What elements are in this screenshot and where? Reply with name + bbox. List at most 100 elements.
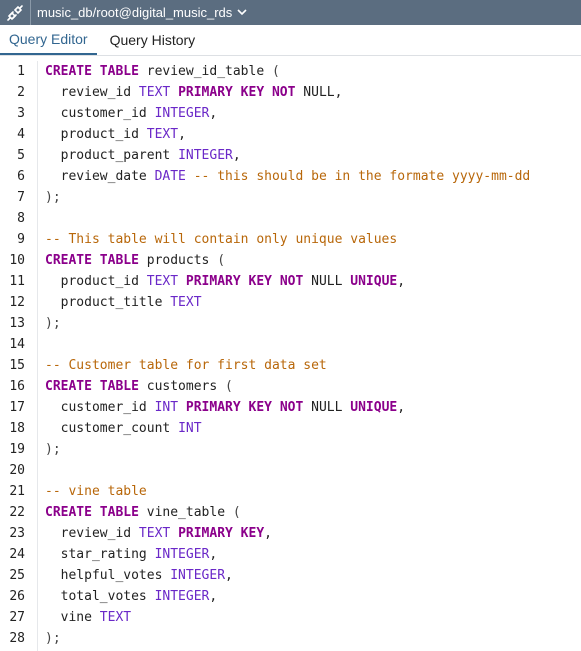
sql-type: INTEGER bbox=[170, 568, 226, 583]
sql-text: , bbox=[225, 568, 233, 583]
code-line[interactable]: 24 star_rating INTEGER, bbox=[0, 544, 581, 565]
line-number: 14 bbox=[9, 337, 25, 352]
sql-text: NULL, bbox=[295, 85, 343, 100]
tab-query-editor[interactable]: Query Editor bbox=[0, 25, 97, 55]
sql-keyword: CREATE TABLE bbox=[45, 505, 139, 520]
code-line[interactable]: 26 total_votes INTEGER, bbox=[0, 586, 581, 607]
sql-text: , bbox=[178, 127, 186, 142]
sql-keyword: UNIQUE bbox=[350, 274, 398, 289]
sql-text: , bbox=[209, 547, 218, 562]
sql-text: customer_id bbox=[45, 400, 155, 415]
code-text: CREATE TABLE customers ( bbox=[45, 376, 233, 397]
sql-text: , bbox=[209, 106, 218, 121]
sql-type: TEXT bbox=[146, 127, 179, 142]
code-line[interactable]: 9 -- This table will contain only unique … bbox=[0, 229, 581, 250]
code-line[interactable]: 10 CREATE TABLE products ( bbox=[0, 250, 581, 271]
line-number: 13 bbox=[9, 316, 25, 331]
code-line[interactable]: 5 product_parent INTEGER, bbox=[0, 145, 581, 166]
sql-keyword: NOT bbox=[279, 274, 304, 289]
code-text: CREATE TABLE products ( bbox=[45, 250, 225, 271]
code-line[interactable]: 4 product_id TEXT, bbox=[0, 124, 581, 145]
code-line[interactable]: 27 vine TEXT bbox=[0, 607, 581, 628]
code-line[interactable]: 14 bbox=[0, 334, 581, 355]
code-line[interactable]: 12 product_title TEXT bbox=[0, 292, 581, 313]
sql-keyword: PRIMARY KEY bbox=[185, 400, 272, 415]
code-line[interactable]: 3 customer_id INTEGER, bbox=[0, 103, 581, 124]
sql-keyword: NOT bbox=[279, 400, 304, 415]
code-text: ); bbox=[45, 439, 61, 460]
code-text: ); bbox=[45, 628, 61, 649]
chevron-down-icon[interactable] bbox=[237, 9, 247, 16]
code-text: -- This table will contain only unique v… bbox=[45, 229, 397, 250]
line-number: 10 bbox=[9, 253, 25, 268]
code-text: customer_count INT bbox=[45, 418, 202, 439]
code-line[interactable]: 11 product_id TEXT PRIMARY KEY NOT NULL … bbox=[0, 271, 581, 292]
code-line[interactable]: 18 customer_count INT bbox=[0, 418, 581, 439]
sql-code-editor[interactable]: 1 CREATE TABLE review_id_table (2 review_… bbox=[0, 61, 581, 651]
code-line[interactable]: 28); bbox=[0, 628, 581, 649]
sql-keyword: CREATE TABLE bbox=[45, 64, 139, 79]
code-line[interactable]: 16 CREATE TABLE customers ( bbox=[0, 376, 581, 397]
tab-query-history[interactable]: Query History bbox=[101, 25, 205, 55]
code-text: review_date DATE -- this should be in th… bbox=[45, 166, 531, 187]
code-line[interactable]: 1 CREATE TABLE review_id_table ( bbox=[0, 61, 581, 82]
code-line[interactable]: 6 review_date DATE -- this should be in … bbox=[0, 166, 581, 187]
code-line[interactable]: 17 customer_id INT PRIMARY KEY NOT NULL … bbox=[0, 397, 581, 418]
code-line[interactable]: 23 review_id TEXT PRIMARY KEY, bbox=[0, 523, 581, 544]
sql-type: INTEGER bbox=[154, 589, 210, 604]
code-line[interactable]: 20 bbox=[0, 460, 581, 481]
code-line[interactable]: 25 helpful_votes INTEGER, bbox=[0, 565, 581, 586]
line-number: 7 bbox=[17, 190, 25, 205]
sql-type: INTEGER bbox=[154, 106, 210, 121]
code-line[interactable]: 13); bbox=[0, 313, 581, 334]
sql-text: product_title bbox=[45, 295, 171, 310]
code-line[interactable]: 7); bbox=[0, 187, 581, 208]
line-number: 15 bbox=[9, 358, 25, 373]
line-number: 16 bbox=[9, 379, 25, 394]
sql-text: , bbox=[397, 400, 406, 415]
sql-keyword: PRIMARY KEY bbox=[178, 526, 265, 541]
line-number: 20 bbox=[9, 463, 25, 478]
sql-type: TEXT bbox=[138, 85, 171, 100]
code-text: -- vine table bbox=[45, 481, 147, 502]
sql-comment: -- vine table bbox=[45, 484, 147, 499]
sql-text: customers bbox=[138, 379, 226, 394]
code-text: ); bbox=[45, 313, 61, 334]
sql-text: helpful_votes bbox=[45, 568, 171, 583]
sql-text: product_id bbox=[45, 274, 147, 289]
line-number: 8 bbox=[17, 211, 25, 226]
code-text: CREATE TABLE review_id_table ( bbox=[45, 61, 280, 82]
code-text: helpful_votes INTEGER, bbox=[45, 565, 233, 586]
sql-type: INTEGER bbox=[154, 547, 210, 562]
sql-type: INT bbox=[154, 400, 179, 415]
sql-text: product_id bbox=[45, 127, 147, 142]
code-line[interactable]: 21 -- vine table bbox=[0, 481, 581, 502]
code-line[interactable]: 22 CREATE TABLE vine_table ( bbox=[0, 502, 581, 523]
connection-label[interactable]: music_db/root@digital_music_rds bbox=[31, 5, 232, 20]
code-line[interactable]: 19); bbox=[0, 439, 581, 460]
sql-keyword: PRIMARY KEY bbox=[185, 274, 272, 289]
sql-text: , bbox=[264, 526, 272, 541]
code-line[interactable]: 8 bbox=[0, 208, 581, 229]
sql-text: ); bbox=[45, 631, 61, 646]
sql-type: TEXT bbox=[170, 295, 202, 310]
code-line[interactable]: 2 review_id TEXT PRIMARY KEY NOT NULL, bbox=[0, 82, 581, 103]
sql-comment: -- this should be in the formate yyyy-mm… bbox=[185, 169, 531, 184]
sql-text: total_votes bbox=[45, 589, 155, 604]
code-text: product_parent INTEGER, bbox=[45, 145, 241, 166]
line-number: 17 bbox=[9, 400, 25, 415]
sql-keyword: CREATE TABLE bbox=[45, 253, 139, 268]
code-text: review_id TEXT PRIMARY KEY NOT NULL, bbox=[45, 82, 343, 103]
connection-bar[interactable]: music_db/root@digital_music_rds bbox=[0, 0, 581, 25]
line-number: 22 bbox=[9, 505, 25, 520]
code-line[interactable]: 15 -- Customer table for first data set bbox=[0, 355, 581, 376]
line-number: 9 bbox=[17, 232, 25, 247]
sql-text: customer_id bbox=[45, 106, 155, 121]
sql-text: products bbox=[138, 253, 218, 268]
connection-status-icon[interactable] bbox=[0, 0, 30, 25]
sql-type: TEXT bbox=[99, 610, 132, 625]
code-text: product_id TEXT, bbox=[45, 124, 186, 145]
